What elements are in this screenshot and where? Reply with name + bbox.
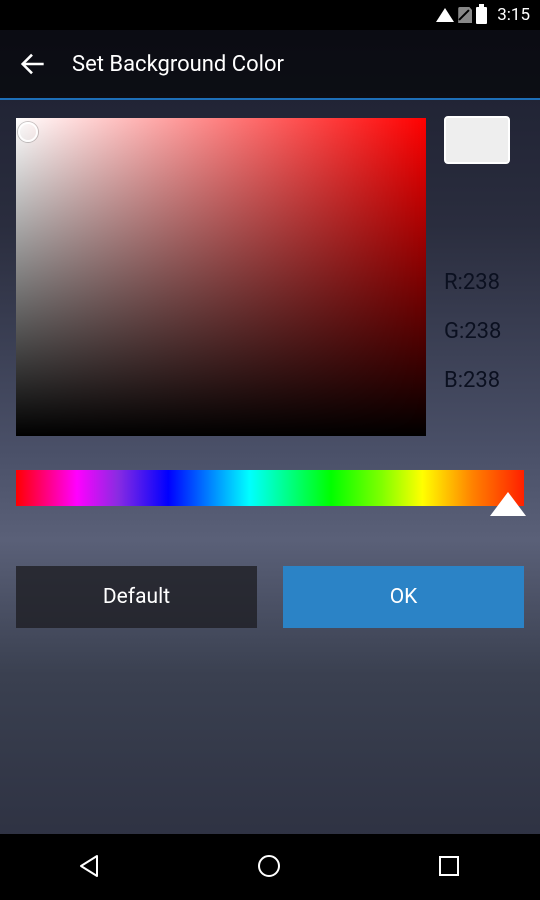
rgb-r-value: R:238 xyxy=(444,270,501,295)
nav-home-icon[interactable] xyxy=(255,852,285,882)
title-bar: Set Background Color xyxy=(0,30,540,100)
color-swatch xyxy=(444,116,510,164)
default-button[interactable]: Default xyxy=(16,566,257,628)
battery-icon xyxy=(476,7,487,24)
status-icons xyxy=(436,7,487,24)
hue-track[interactable] xyxy=(16,470,524,506)
ok-button[interactable]: OK xyxy=(283,566,524,628)
nav-recent-icon[interactable] xyxy=(435,852,465,882)
rgb-b-value: B:238 xyxy=(444,368,501,393)
clock: 3:15 xyxy=(497,5,530,25)
back-arrow-icon[interactable] xyxy=(18,50,46,78)
color-picker-panel: R:238 G:238 B:238 Default OK xyxy=(0,100,540,646)
no-sd-icon xyxy=(458,7,472,23)
page-title: Set Background Color xyxy=(72,52,284,77)
wifi-icon xyxy=(436,8,454,22)
sv-handle[interactable] xyxy=(18,122,38,142)
saturation-value-panel[interactable] xyxy=(16,118,426,436)
nav-back-icon[interactable] xyxy=(75,852,105,882)
rgb-readout: R:238 G:238 B:238 xyxy=(444,270,501,393)
hue-thumb[interactable] xyxy=(490,492,526,516)
rgb-g-value: G:238 xyxy=(444,319,501,344)
hue-slider[interactable] xyxy=(16,470,524,506)
status-bar: 3:15 xyxy=(0,0,540,30)
system-nav-bar xyxy=(0,834,540,900)
